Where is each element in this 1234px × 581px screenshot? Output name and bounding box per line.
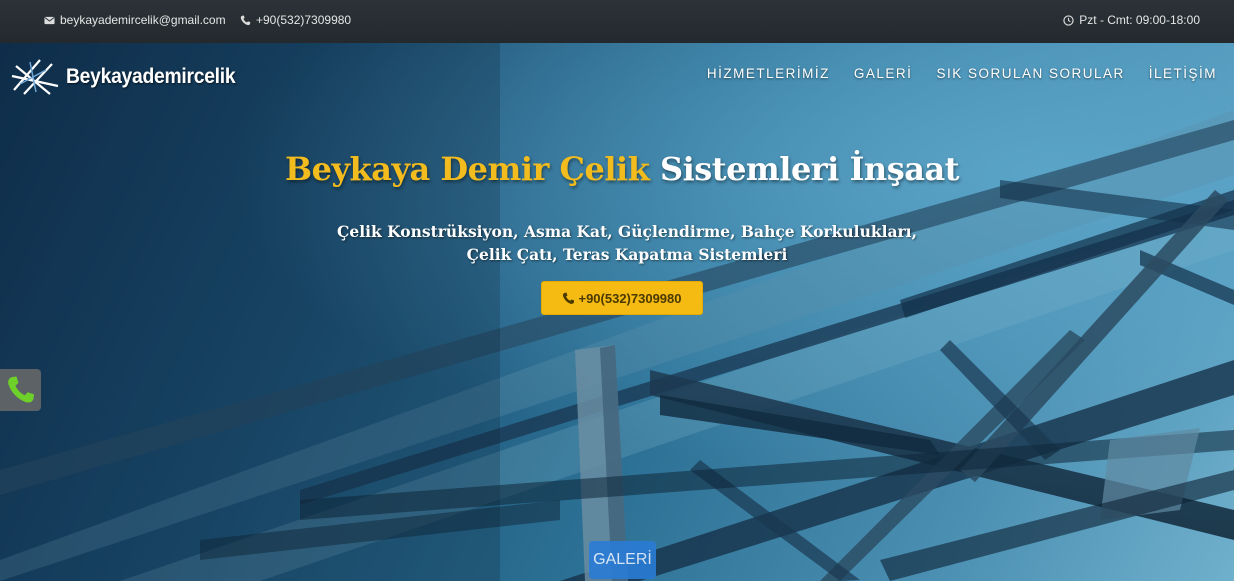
floating-galeri-label[interactable]: GALERİ <box>593 551 652 569</box>
topbar-phone[interactable]: +90(532)7309980 <box>240 13 351 27</box>
nav-item-hizmetlerimiz[interactable]: HİZMETLERİMİZ <box>707 66 830 81</box>
nav-item-sss[interactable]: SIK SORULAN SORULAR <box>936 66 1124 81</box>
logo-text[interactable]: Beykayademircelik <box>66 65 236 89</box>
topbar-hours: Pzt - Cmt: 09:00-18:00 <box>1063 13 1200 27</box>
clock-icon <box>1063 14 1074 26</box>
nav-item-galeri[interactable]: GALERİ <box>854 66 913 81</box>
main-nav: HİZMETLERİMİZ GALERİ SIK SORULAN SORULAR… <box>707 66 1217 81</box>
call-cta-button[interactable]: +90(532)7309980 <box>541 281 703 315</box>
phone-icon <box>240 15 251 25</box>
hero-title: Beykaya Demir Çelik Sistemleri İnşaat <box>0 150 1234 188</box>
hero-title-highlight: Beykaya Demir Çelik <box>285 150 650 188</box>
envelope-icon <box>44 16 55 24</box>
nav-item-iletisim[interactable]: İLETİŞİM <box>1149 66 1217 81</box>
topbar-email[interactable]: beykayademircelik@gmail.com <box>44 13 226 27</box>
topbar-phone-text[interactable]: +90(532)7309980 <box>256 13 351 27</box>
hero-title-rest: Sistemleri İnşaat <box>660 150 959 188</box>
floating-call-button[interactable] <box>0 369 41 411</box>
topbar-hours-text: Pzt - Cmt: 09:00-18:00 <box>1079 13 1200 27</box>
steel-beam-logo-icon <box>11 59 59 95</box>
hero-subtitle-line2: Çelik Çatı, Teras Kapatma Sistemleri <box>466 245 788 264</box>
top-info-bar: beykayademircelik@gmail.com +90(532)7309… <box>0 0 1234 43</box>
call-cta-label[interactable]: +90(532)7309980 <box>578 291 681 306</box>
phone-call-icon <box>7 376 34 403</box>
phone-icon <box>563 292 575 304</box>
site-logo[interactable]: Beykayademircelik <box>10 56 250 98</box>
hero-subtitle: Çelik Konstrüksiyon, Asma Kat, Güçlendir… <box>0 220 1234 266</box>
hero-subtitle-line1: Çelik Konstrüksiyon, Asma Kat, Güçlendir… <box>337 222 917 241</box>
floating-galeri-button[interactable]: GALERİ <box>589 541 656 579</box>
topbar-email-text[interactable]: beykayademircelik@gmail.com <box>60 13 226 27</box>
